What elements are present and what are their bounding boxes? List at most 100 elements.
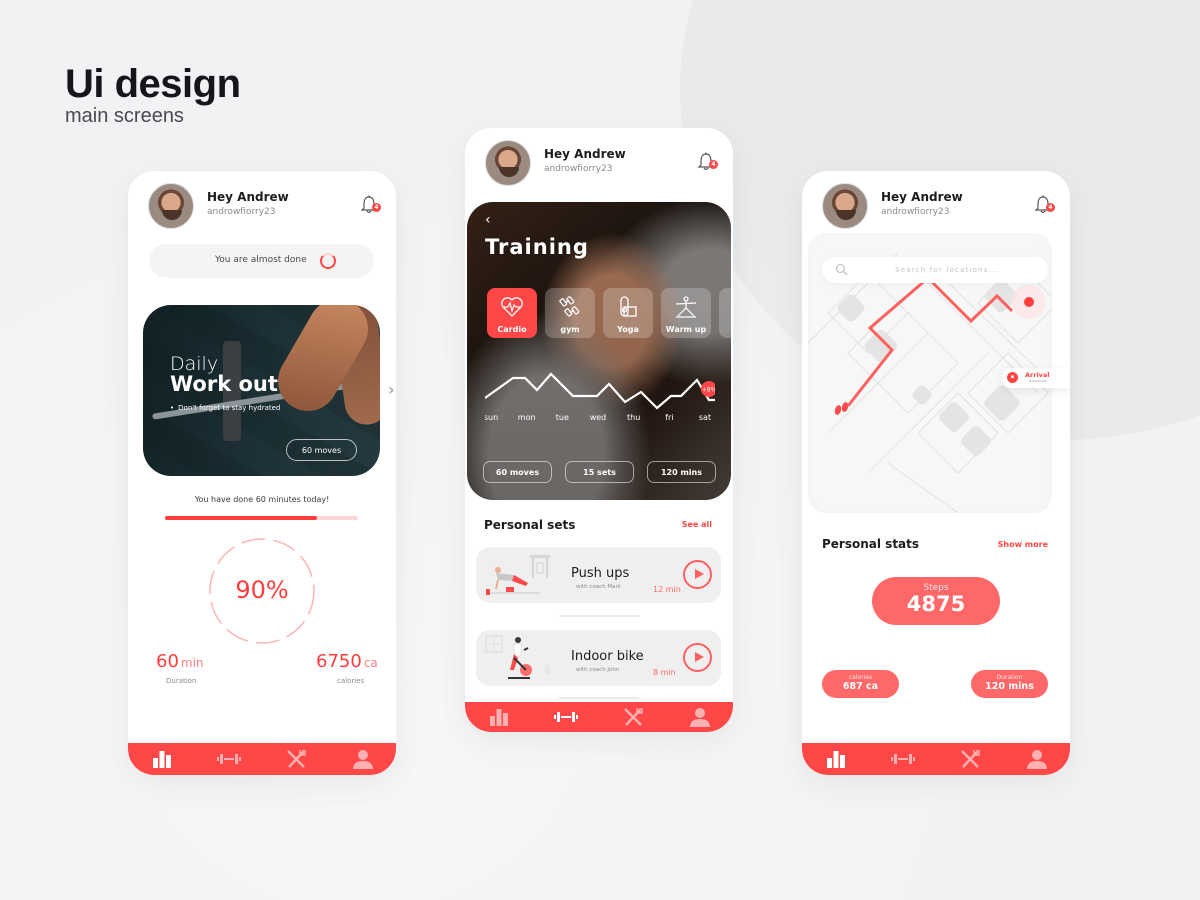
category-label: Warm up [665,325,707,334]
fork-knife-icon [623,708,643,726]
minutes-pill[interactable]: 120 mins [647,461,716,483]
heart-pulse-icon [501,297,523,317]
play-button[interactable] [683,560,712,589]
set-coach: with coach John [576,667,620,673]
notification-button[interactable]: 4 [697,152,718,172]
see-all-link[interactable]: See all [682,520,712,529]
completion-percent: 90% [235,576,289,604]
category-label: Yoga [617,325,639,334]
nav-stats[interactable] [150,749,174,769]
duration-label: Duration [166,677,197,685]
set-coach: with coach Mark [576,584,621,590]
map-blocks [837,279,1020,456]
page-title: Ui design [65,62,241,106]
play-button[interactable] [683,643,712,672]
training-screen: Hey Andrew androwfiorry23 4 ‹ Training C… [465,128,733,732]
bar-chart-icon [489,709,508,726]
avatar[interactable] [822,183,868,229]
day-label-wed: wed [590,413,607,422]
stretch-pose-icon [675,296,697,318]
workout-label: Work out [170,372,278,396]
sets-pill[interactable]: 15 sets [565,461,634,483]
nav-workout[interactable] [216,749,241,769]
arrival-label: Arrival [1025,371,1050,379]
category-cardio[interactable]: Cardio [487,288,537,338]
chevron-right-icon[interactable]: › [388,380,395,399]
category-yoga[interactable]: Yoga [603,288,653,338]
arrival-icon: ▪ [1007,372,1018,383]
progress-fill [165,516,318,520]
chevron-left-icon: ‹ [485,212,491,228]
map-screen: Hey Andrew androwfiorry23 4 Search for l… [802,171,1070,775]
set-duration: 12 min [653,585,681,594]
set-card-indoor-bike[interactable]: Indoor bike with coach John 8 min [476,630,721,686]
category-list: Cardio gym Yoga Warm up [487,288,731,338]
hydration-tip: Don't forget to stay hydrated [170,404,280,412]
personal-stats-title: Personal stats [822,537,920,551]
daily-progress-bar [165,516,358,520]
calories-unit: ca [363,656,378,670]
set-card-push-ups[interactable]: Push ups with coach Mark 12 min [476,547,721,603]
nav-profile[interactable] [688,707,712,727]
nav-diet[interactable] [284,749,308,769]
page-subtitle: main screens [65,105,184,127]
moves-pill[interactable]: 60 moves [483,461,552,483]
indoor-bike-illustration [485,635,550,679]
location-search[interactable] [822,257,1048,283]
notification-badge: 4 [709,160,718,169]
bottom-nav [128,743,396,775]
notification-button[interactable]: 4 [360,195,381,215]
username: androwfiorry23 [207,207,276,217]
show-more-link[interactable]: Show more [998,540,1048,549]
nav-workout[interactable] [890,749,915,769]
divider [559,697,639,699]
notification-button[interactable]: 4 [1034,195,1055,215]
nav-stats[interactable] [487,707,511,727]
destination-marker [1024,297,1034,307]
day-label-thu: thu [627,413,640,422]
nav-diet[interactable] [958,749,982,769]
dumbbell-icon [559,296,580,317]
training-summary: 60 moves 15 sets 120 mins [483,461,716,483]
avatar[interactable] [485,140,531,186]
category-gym[interactable]: gym [545,288,595,338]
nav-profile[interactable] [351,749,375,769]
search-input[interactable] [862,257,1032,283]
username: androwfiorry23 [881,207,950,217]
page-heading: Ui design main screens [65,62,241,128]
nav-workout[interactable] [553,707,578,727]
greeting: Hey Andrew [544,147,626,161]
search-icon [835,263,848,276]
status-banner: You are almost done [149,244,374,278]
nav-profile[interactable] [1025,749,1049,769]
user-icon [689,708,710,727]
moves-button[interactable]: 60 moves [286,439,357,461]
nav-diet[interactable] [621,707,645,727]
greeting: Hey Andrew [207,190,289,204]
personal-sets-title: Personal sets [484,518,576,532]
calories-stat: 6750 ca [316,651,378,672]
dumbbell-icon [890,754,915,764]
bottom-nav [802,743,1070,775]
daily-workout-card[interactable]: Daily Work out Don't forget to stay hydr… [143,305,380,476]
loading-ring-icon [320,253,336,269]
nav-stats[interactable] [824,749,848,769]
training-hero: ‹ Training Cardio gym Yoga Warm up +8% s… [467,202,731,500]
set-duration: 8 min [653,668,676,677]
profile-header: Hey Andrew androwfiorry23 4 [822,183,1055,229]
avatar[interactable] [148,183,194,229]
notification-badge: 4 [1046,203,1055,212]
user-icon [1026,750,1047,769]
user-icon [352,750,373,769]
bottom-nav [465,702,733,732]
calories-value: 6750 [316,651,362,672]
arrival-tooltip: ▪ Arrival [1002,368,1070,388]
category-more[interactable] [719,288,731,338]
footprints-icon [834,402,849,415]
fork-knife-icon [286,750,306,768]
arrival-subline [1029,380,1047,382]
yoga-mat-icon [620,296,637,317]
profile-header: Hey Andrew androwfiorry23 4 [485,140,718,186]
back-button[interactable]: ‹ [485,212,491,228]
category-warm-up[interactable]: Warm up [661,288,711,338]
